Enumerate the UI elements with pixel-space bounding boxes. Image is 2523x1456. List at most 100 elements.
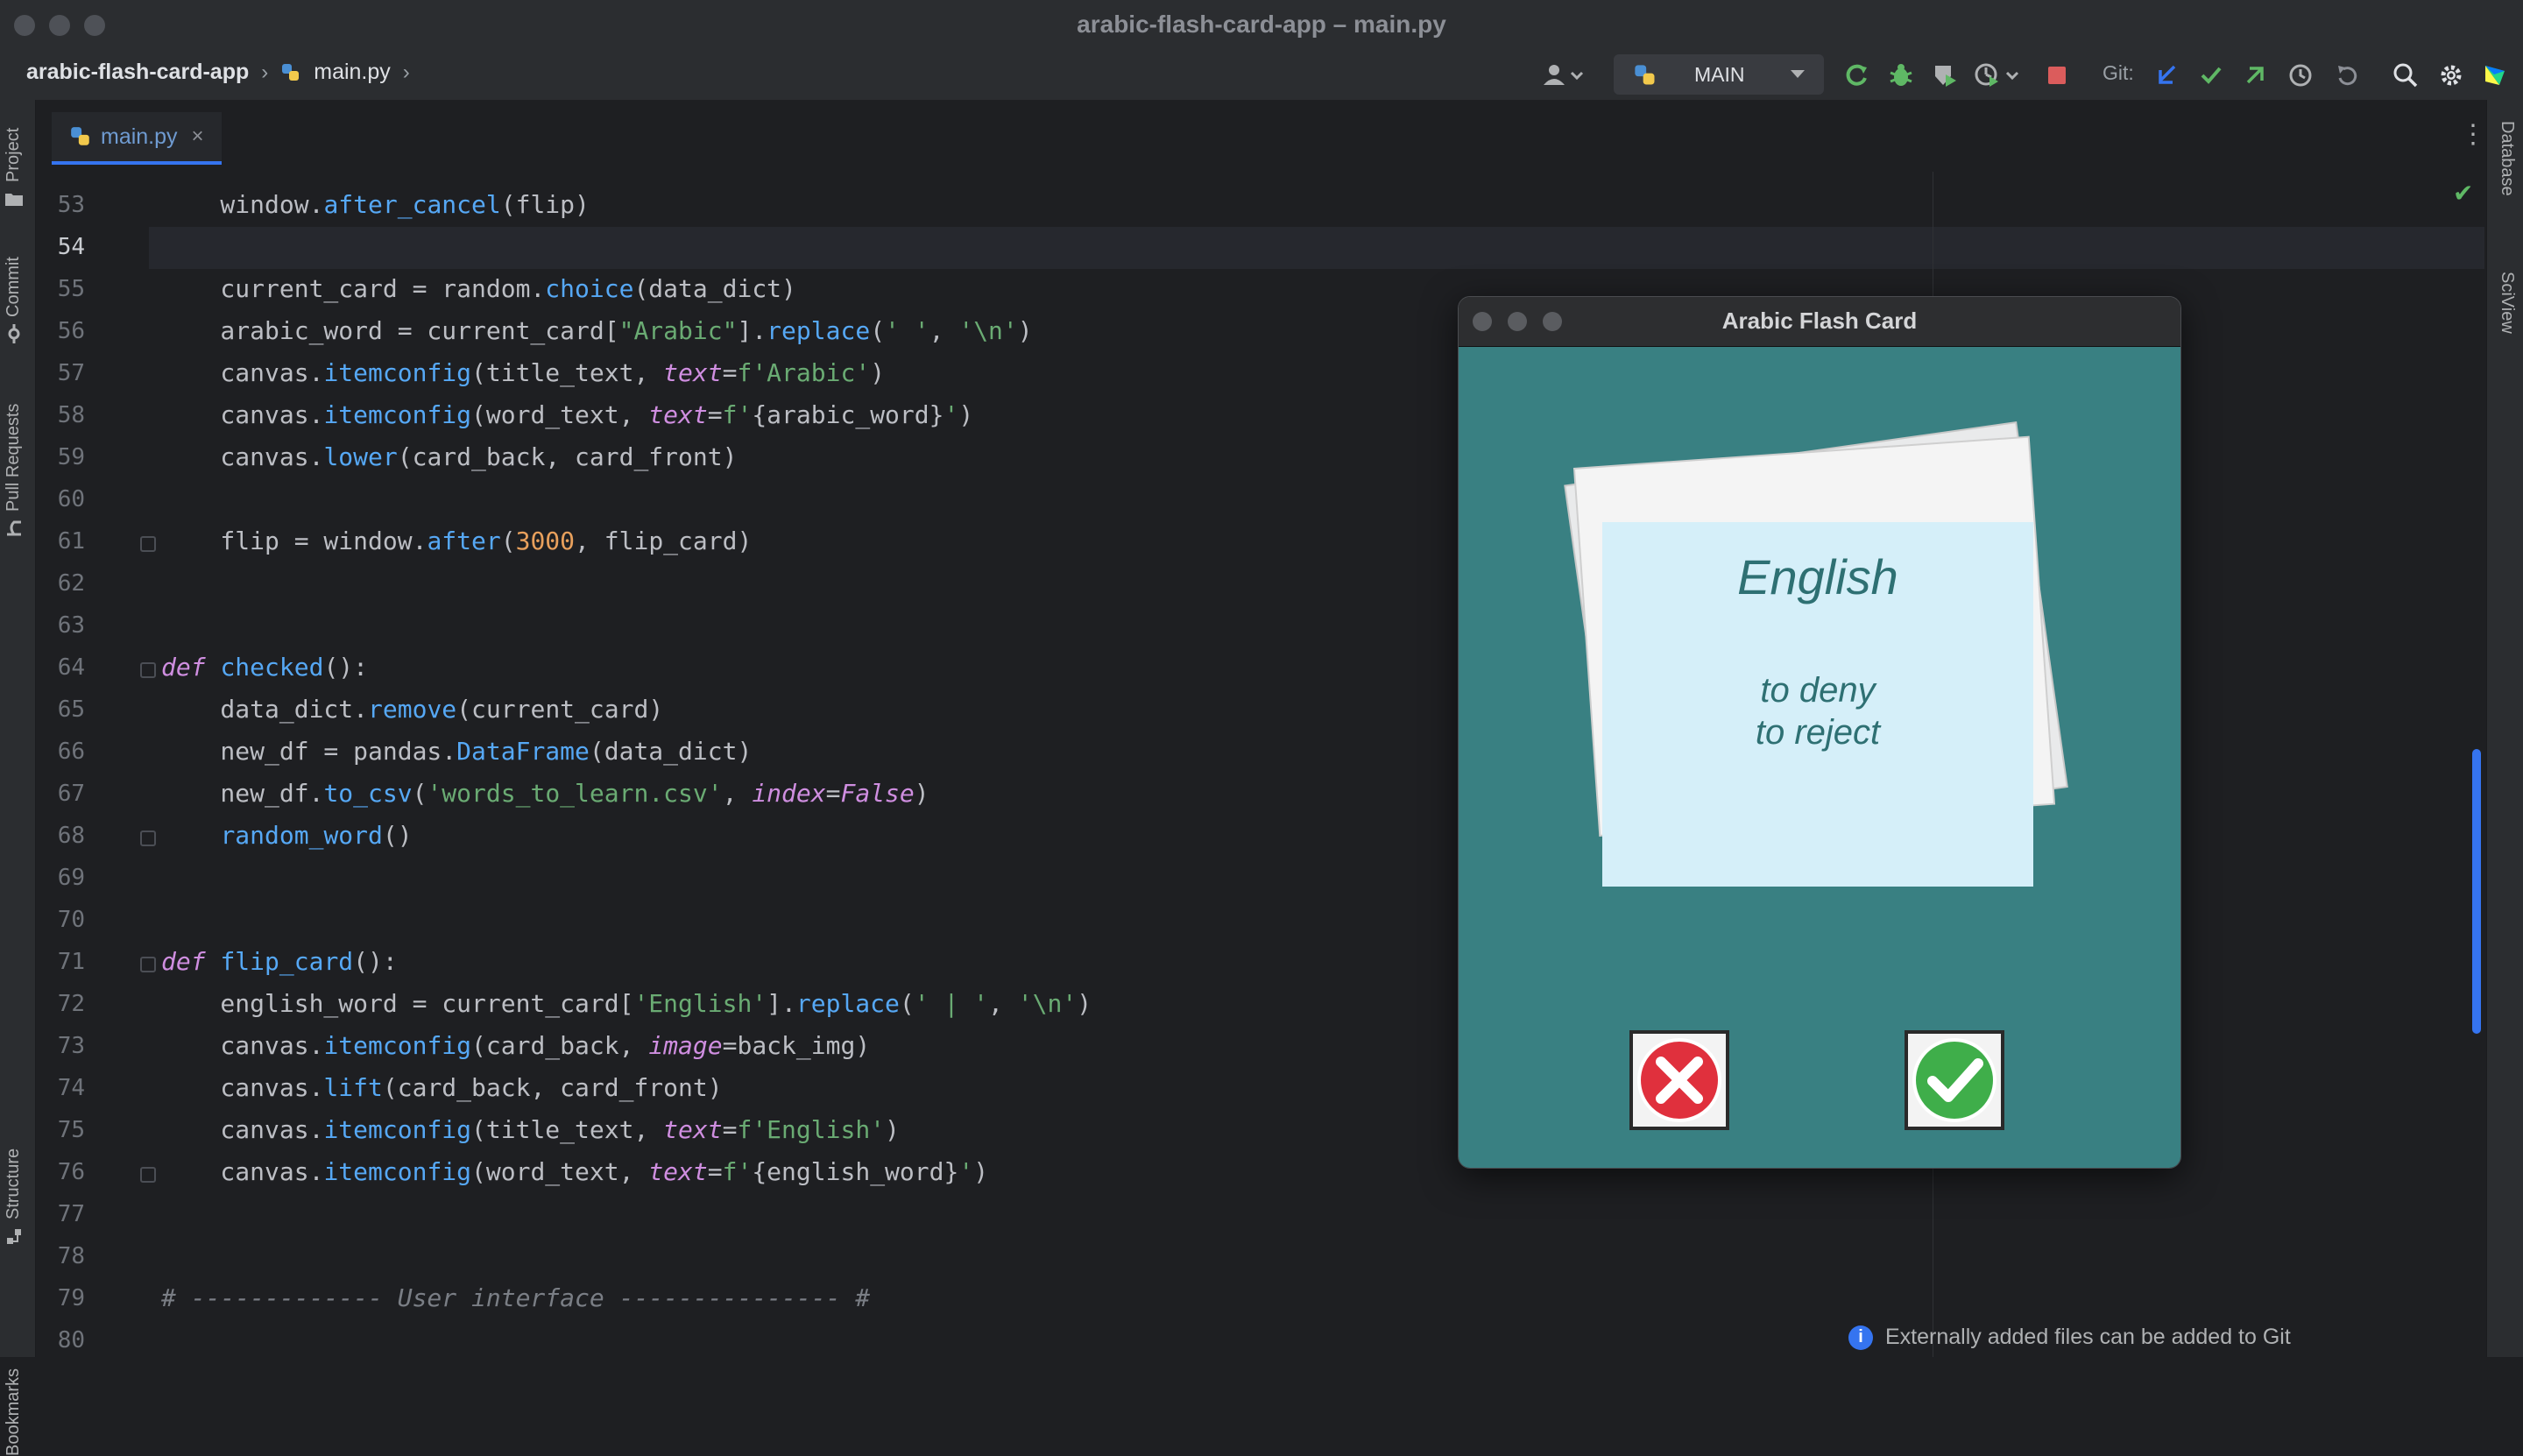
debug-icon[interactable] [1885,58,1917,93]
history-icon[interactable] [2285,58,2316,93]
line-number: 56 [57,318,85,344]
code-line[interactable]: canvas.itemconfig(card_back, image=back_… [161,1025,870,1067]
more-options-icon[interactable]: ⋮ [2460,119,2486,150]
code-line[interactable]: flip = window.after(3000, flip_card) [161,520,752,562]
right-tool-strip: Database SciView [2486,100,2523,1357]
info-icon: i [1848,1325,1873,1350]
code-line[interactable]: canvas.itemconfig(title_text, text=f'Ara… [161,352,885,394]
code-line[interactable]: data_dict.remove(current_card) [161,689,663,731]
project-tool-label: Project [4,127,23,182]
pull-requests-tool-tab[interactable]: Pull Requests [4,404,24,538]
window-title: arabic-flash-card-app – main.py [1077,11,1446,38]
line-number: 66 [57,739,85,765]
python-config-icon [1635,65,1655,85]
gear-icon[interactable] [2435,58,2467,93]
line-number: 62 [57,570,85,597]
sciview-tool-tab[interactable]: SciView [2497,272,2517,334]
fold-marker-icon[interactable] [140,830,156,846]
wrong-button[interactable] [1629,1030,1729,1130]
line-number: 55 [57,276,85,302]
fold-marker-icon[interactable] [140,536,156,552]
python-file-icon [71,127,89,145]
code-line[interactable]: window.after_cancel(flip) [161,184,589,226]
run-configuration-select[interactable]: MAIN [1614,54,1824,95]
fold-marker-icon[interactable] [140,957,156,972]
search-icon[interactable] [2390,58,2421,93]
git-push-icon[interactable] [2239,58,2271,93]
bookmarks-tool-tab[interactable]: Bookmarks [4,1368,24,1456]
line-number: 74 [57,1075,85,1101]
code-line[interactable]: def flip_card(): [161,941,398,983]
left-tool-strip: Project Commit Pull Requests Structure B… [0,100,36,1456]
structure-tool-label: Structure [4,1148,23,1219]
current-line-highlight [149,227,2484,269]
code-line[interactable]: # ------------- User interface ---------… [161,1277,870,1319]
code-line[interactable]: canvas.itemconfig(word_text, text=f'{eng… [161,1151,988,1193]
code-line[interactable]: canvas.lower(card_back, card_front) [161,436,737,478]
line-number: 58 [57,402,85,428]
coverage-icon[interactable] [1929,58,1961,93]
line-number: 61 [57,528,85,555]
editor-tab-bar: main.py × [36,100,2485,172]
jetbrains-logo-icon[interactable] [2479,58,2511,93]
line-number: 57 [57,360,85,386]
notification[interactable]: i Externally added files can be added to… [1848,1325,2291,1350]
code-line[interactable]: arabic_word = current_card["Arabic"].rep… [161,310,1032,352]
pull-requests-tool-label: Pull Requests [4,403,23,512]
commit-tool-tab[interactable]: Commit [4,257,24,343]
breadcrumb-project[interactable]: arabic-flash-card-app [26,60,249,85]
git-update-icon[interactable] [2152,58,2183,93]
code-line[interactable]: current_card = random.choice(data_dict) [161,268,795,310]
app-title-bar: Arabic Flash Card [1459,297,2180,347]
cross-icon [1629,1030,1729,1130]
line-number: 75 [57,1117,85,1143]
structure-tool-tab[interactable]: Structure [4,1149,24,1246]
git-commit-icon[interactable] [2195,58,2227,93]
folder-icon [4,194,23,206]
chevron-right-icon: › [402,60,410,84]
app-title: Arabic Flash Card [1721,307,1918,334]
line-number: 63 [57,612,85,639]
line-number: 72 [57,991,85,1017]
line-number: 67 [57,781,85,807]
code-line[interactable]: canvas.itemconfig(word_text, text=f'{ara… [161,394,973,436]
commit-tool-label: Commit [4,257,23,317]
profile-icon[interactable] [1973,58,2022,93]
line-number: 78 [57,1243,85,1269]
line-number: 80 [57,1327,85,1354]
fold-marker-icon[interactable] [140,1167,156,1183]
tab-main-py[interactable]: main.py × [52,112,222,165]
code-line[interactable]: canvas.lift(card_back, card_front) [161,1067,722,1109]
line-number: 71 [57,949,85,975]
editor-scrollbar[interactable] [2472,749,2481,1034]
line-number: 59 [57,444,85,470]
rerun-icon[interactable] [1841,58,1873,93]
right-button[interactable] [1905,1030,2004,1130]
checkmark-icon [1905,1030,2004,1130]
code-line[interactable]: english_word = current_card['English'].r… [161,983,1092,1025]
rollback-icon[interactable] [2332,58,2364,93]
line-number: 73 [57,1033,85,1059]
code-line[interactable]: new_df = pandas.DataFrame(data_dict) [161,731,752,773]
project-tool-tab[interactable]: Project [4,128,24,209]
card-word: to deny to reject [1755,671,1881,752]
line-number-gutter: 53 54 55 56 57 58 59 60 61 62 63 64 65 66 67 68 69 70 71 72… [36,172,150,1357]
close-tab-icon[interactable]: × [192,124,204,149]
structure-icon [6,1229,21,1244]
main-toolbar: arabic-flash-card-app › main.py › MAIN G… [0,51,2523,100]
code-line[interactable]: random_word() [161,815,412,857]
code-line[interactable]: canvas.itemconfig(title_text, text=f'Eng… [161,1109,899,1151]
breadcrumb-file[interactable]: main.py [314,60,391,85]
line-number: 76 [57,1159,85,1185]
card-stack [1564,421,2068,887]
fold-marker-icon[interactable] [140,662,156,678]
account-icon[interactable] [1535,58,1587,93]
code-line[interactable]: new_df.to_csv('words_to_learn.csv', inde… [161,773,929,815]
run-config-label: MAIN [1694,62,1745,86]
database-tool-tab[interactable]: Database [2497,121,2517,196]
git-label: Git: [2102,61,2134,84]
code-line[interactable]: def checked(): [161,647,368,689]
app-canvas: English to deny to reject [1459,347,2180,1168]
stop-icon[interactable] [2041,58,2073,93]
python-file-icon [282,63,300,81]
